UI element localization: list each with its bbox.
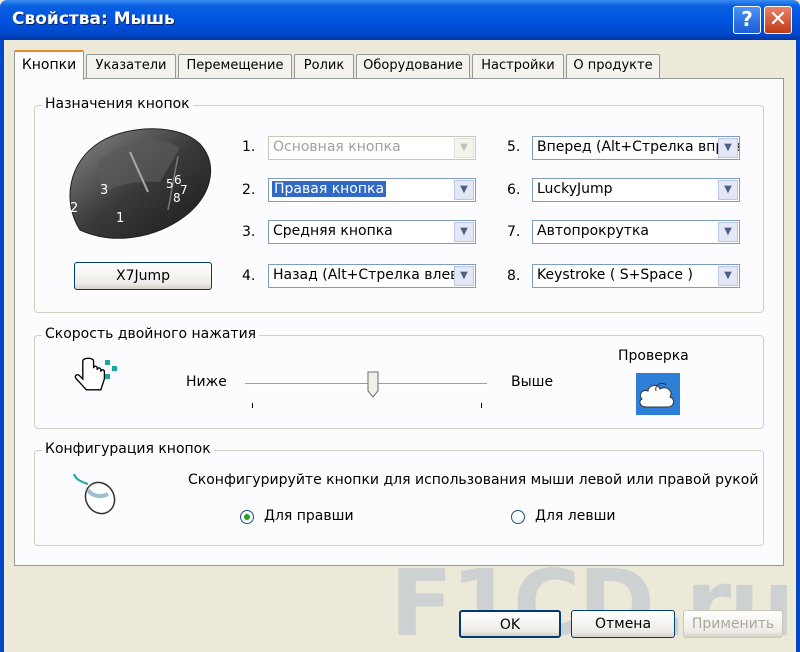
slot-5-select[interactable]: Вперед (Alt+Стрелка вправо) ▼ xyxy=(532,136,740,160)
slot-2-value: Правая кнопка xyxy=(272,181,387,197)
test-label: Проверка xyxy=(618,348,689,364)
slot-4-number: 4. xyxy=(242,268,256,284)
title-bar[interactable]: Свойства: Мышь ? ✕ xyxy=(0,0,800,40)
tab-settings[interactable]: Настройки xyxy=(472,54,564,78)
speed-slider-track[interactable] xyxy=(245,383,487,386)
chevron-down-icon: ▼ xyxy=(718,138,738,158)
ok-button[interactable]: OK xyxy=(459,610,561,638)
apply-button[interactable]: Применить xyxy=(683,610,783,638)
mouse-label-8: 8 xyxy=(173,191,181,205)
slider-tick-min xyxy=(252,403,253,408)
button-config-group xyxy=(34,450,764,546)
slot-3-value: Средняя кнопка xyxy=(273,223,393,239)
chevron-down-icon: ▼ xyxy=(454,266,474,286)
slot-4-select[interactable]: Назад (Alt+Стрелка влево) ▼ xyxy=(268,264,476,288)
slot-4-value: Назад (Alt+Стрелка влево) xyxy=(273,267,473,283)
slot-1-number: 1. xyxy=(242,139,256,155)
tab-pointers[interactable]: Указатели xyxy=(86,54,176,78)
slot-8-number: 8. xyxy=(507,268,521,284)
right-hand-radio[interactable] xyxy=(240,510,254,524)
slot-5-value: Вперед (Alt+Стрелка вправо) xyxy=(537,139,740,155)
fast-label: Выше xyxy=(511,374,554,390)
mouse-image: 2 3 1 5 6 7 8 xyxy=(69,128,212,239)
slot-3-number: 3. xyxy=(242,224,256,240)
slot-7-value: Автопрокрутка xyxy=(537,223,649,239)
chevron-down-icon: ▼ xyxy=(718,266,738,286)
chevron-down-icon: ▼ xyxy=(454,138,474,158)
chevron-down-icon: ▼ xyxy=(454,180,474,200)
mouse-label-5: 5 xyxy=(166,177,174,191)
slow-label: Ниже xyxy=(186,374,227,390)
tab-about[interactable]: О продукте xyxy=(566,54,660,78)
button-config-label: Конфигурация кнопок xyxy=(42,441,214,457)
chevron-down-icon: ▼ xyxy=(718,180,738,200)
slot-6-number: 6. xyxy=(507,182,521,198)
test-area-icon[interactable] xyxy=(636,373,680,415)
config-description: Сконфигурируйте кнопки для использования… xyxy=(188,472,759,488)
tab-motion[interactable]: Перемещение xyxy=(178,54,292,78)
mouse-icon xyxy=(73,473,116,515)
hand-pointer-icon xyxy=(74,357,117,391)
slot-7-number: 7. xyxy=(507,224,521,240)
tab-hardware[interactable]: Оборудование xyxy=(356,54,470,78)
left-hand-radio[interactable] xyxy=(511,510,525,524)
close-button[interactable]: ✕ xyxy=(764,6,792,34)
slot-1-select[interactable]: Основная кнопка ▼ xyxy=(268,136,476,160)
slot-2-number: 2. xyxy=(242,182,256,198)
window-title: Свойства: Мышь xyxy=(12,9,175,29)
double-click-label: Скорость двойного нажатия xyxy=(42,326,260,342)
slot-8-select[interactable]: Keystroke ( S+Space ) ▼ xyxy=(532,264,740,288)
help-button[interactable]: ? xyxy=(733,6,761,34)
chevron-down-icon: ▼ xyxy=(718,222,738,242)
speed-slider-thumb[interactable] xyxy=(367,371,379,399)
slot-3-select[interactable]: Средняя кнопка ▼ xyxy=(268,220,476,244)
slider-tick-max xyxy=(481,403,482,408)
slot-8-value: Keystroke ( S+Space ) xyxy=(537,267,693,283)
slot-6-select[interactable]: LuckyJump ▼ xyxy=(532,178,740,202)
tab-wheel[interactable]: Ролик xyxy=(294,54,354,78)
slot-2-select[interactable]: Правая кнопка ▼ xyxy=(268,178,476,202)
cancel-button[interactable]: Отмена xyxy=(571,610,675,638)
tab-buttons[interactable]: Кнопки xyxy=(14,50,84,80)
mouse-label-1: 1 xyxy=(116,211,124,226)
mouse-label-7: 7 xyxy=(180,183,188,197)
button-assignment-label: Назначения кнопок xyxy=(42,96,193,112)
mouse-label-2: 2 xyxy=(70,201,78,216)
left-hand-label[interactable]: Для левши xyxy=(535,508,615,524)
slot-1-value: Основная кнопка xyxy=(273,139,401,155)
chevron-down-icon: ▼ xyxy=(454,222,474,242)
slot-6-value: LuckyJump xyxy=(537,181,613,197)
slot-7-select[interactable]: Автопрокрутка ▼ xyxy=(532,220,740,244)
right-hand-label[interactable]: Для правши xyxy=(264,508,354,524)
mouse-label-3: 3 xyxy=(100,183,108,198)
slot-5-number: 5. xyxy=(507,139,521,155)
profile-button[interactable]: X7Jump xyxy=(74,262,212,290)
